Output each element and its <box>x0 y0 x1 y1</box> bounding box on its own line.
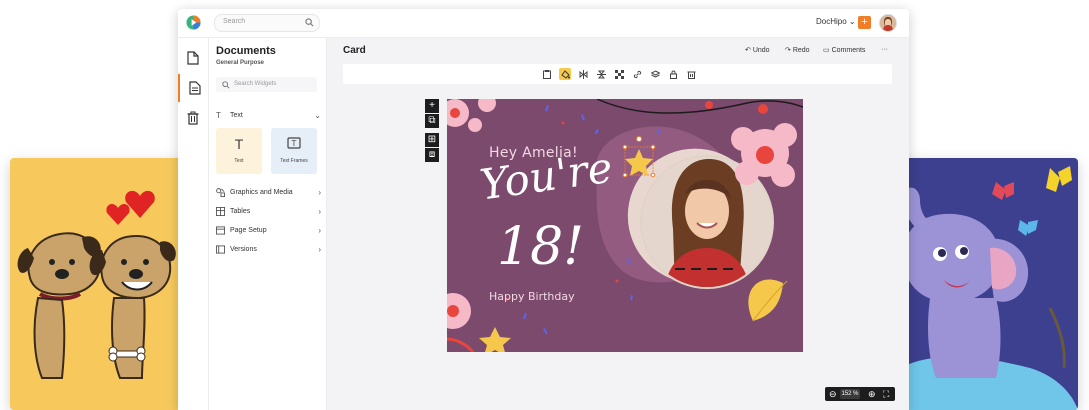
redo-icon: ↷ <box>785 47 791 54</box>
dochipo-logo-icon[interactable] <box>186 15 201 30</box>
fill-color-icon[interactable] <box>559 68 571 80</box>
section-tables[interactable]: Tables › <box>216 207 321 219</box>
transparency-icon[interactable] <box>613 68 625 80</box>
widget-tile-label: Text <box>234 158 244 164</box>
widgets-panel: Documents General Purpose Search Widgets… <box>209 38 327 410</box>
svg-text:T: T <box>292 139 297 148</box>
more-options-button[interactable]: ··· <box>881 46 888 53</box>
text-frame-icon: T <box>271 136 317 152</box>
zoom-in-icon[interactable]: ⊕ <box>868 388 876 400</box>
undo-button[interactable]: ↶ Undo <box>745 46 770 54</box>
card-footer[interactable]: Happy Birthday <box>489 290 575 303</box>
layers-icon[interactable] <box>649 68 661 80</box>
link-icon[interactable] <box>631 68 643 80</box>
section-text[interactable]: T Text ⌄ <box>216 111 321 123</box>
section-label: Tables <box>230 208 251 215</box>
add-page-icon[interactable]: + <box>425 99 439 113</box>
card-age[interactable]: 18! <box>497 217 584 277</box>
widget-tile-text-frames[interactable]: T Text Frames <box>271 128 317 174</box>
dogs-illustration <box>17 190 176 379</box>
canvas-side-tools: + ⧉ ⊞ ⧈ <box>425 99 439 163</box>
search-icon <box>222 81 230 89</box>
chevron-right-icon: › <box>318 207 321 216</box>
rail-item-trash[interactable] <box>178 104 208 132</box>
comments-label: Comments <box>831 47 866 54</box>
elephant-illustration <box>900 166 1078 410</box>
delete-icon[interactable] <box>685 68 697 80</box>
widget-tile-text[interactable]: T Text <box>216 128 262 174</box>
section-label: Versions <box>230 246 257 253</box>
flip-horizontal-icon[interactable] <box>577 68 589 80</box>
shapes-icon <box>216 188 226 198</box>
text-icon: T <box>234 136 244 152</box>
flower-decoration <box>447 293 471 329</box>
left-rail <box>178 38 209 410</box>
top-bar: Search DocHipo ⌄ + <box>178 9 909 38</box>
fullscreen-icon[interactable]: ⛶ <box>883 388 889 400</box>
search-input[interactable]: Search <box>214 14 320 32</box>
search-icon[interactable] <box>305 18 314 27</box>
widget-tile-label: Text Frames <box>280 158 308 164</box>
rail-item-file[interactable] <box>178 44 208 72</box>
user-avatar[interactable] <box>879 14 897 32</box>
user-avatar-image <box>880 15 896 31</box>
redo-button[interactable]: ↷ Redo <box>785 46 810 54</box>
document-icon <box>189 81 201 95</box>
duplicate-page-icon[interactable]: ⧉ <box>425 114 439 128</box>
chevron-right-icon: › <box>318 188 321 197</box>
widget-search-placeholder: Search Widgets <box>234 81 277 87</box>
undo-label: Undo <box>752 47 770 54</box>
document-title: Card <box>343 45 366 56</box>
text-icon: T <box>216 111 221 120</box>
section-text-label: Text <box>230 112 243 119</box>
chevron-right-icon: › <box>318 226 321 235</box>
rail-item-documents[interactable] <box>178 74 210 102</box>
comments-button[interactable]: ▭ Comments <box>823 46 865 54</box>
undo-icon: ↶ <box>745 47 751 54</box>
panel-title: Documents <box>216 45 276 57</box>
element-toolbar <box>343 64 892 84</box>
workspace-menu[interactable]: DocHipo ⌄ <box>816 17 856 26</box>
flower-decoration <box>731 123 797 187</box>
page-setup-icon <box>216 226 226 236</box>
flower-decoration <box>447 99 496 132</box>
flip-vertical-icon[interactable] <box>595 68 607 80</box>
zoom-level[interactable]: 152 % <box>840 389 860 399</box>
elephant-illustration-card <box>900 158 1078 410</box>
chevron-right-icon: › <box>318 245 321 254</box>
dogs-illustration-card <box>10 158 182 410</box>
app-window: Search DocHipo ⌄ + Documents General Pur… <box>178 9 909 410</box>
resize-icon[interactable]: ⧈ <box>425 148 439 162</box>
panel-subtitle: General Purpose <box>216 60 265 66</box>
grid-icon[interactable]: ⊞ <box>425 133 439 147</box>
workspace-menu-label: DocHipo <box>816 17 847 26</box>
versions-icon <box>216 245 226 255</box>
table-icon <box>216 207 226 217</box>
zoom-control: ⊖ 152 % ⊕ ⛶ <box>825 387 895 401</box>
section-graphics-and-media[interactable]: Graphics and Media › <box>216 188 321 200</box>
zoom-out-icon[interactable]: ⊖ <box>829 388 837 400</box>
widget-search-input[interactable]: Search Widgets <box>216 77 317 92</box>
create-new-button[interactable]: + <box>858 16 871 29</box>
chevron-down-icon: ⌄ <box>848 17 856 26</box>
chevron-down-icon: ⌄ <box>314 111 321 120</box>
redo-label: Redo <box>792 47 810 54</box>
birthday-card-canvas[interactable]: Hey Amelia! You're 18! Happy Birthday <box>447 99 803 352</box>
section-label: Graphics and Media <box>230 189 293 196</box>
trash-icon <box>187 111 199 125</box>
editor-workspace: Card ↶ Undo ↷ Redo ▭ Comments ··· + ⧉ ⊞ … <box>327 38 909 410</box>
section-label: Page Setup <box>230 227 267 234</box>
comment-icon: ▭ <box>823 47 830 54</box>
lock-icon[interactable] <box>667 68 679 80</box>
file-icon <box>187 51 199 65</box>
clipboard-icon[interactable] <box>541 68 553 80</box>
search-placeholder: Search <box>223 18 246 25</box>
section-page-setup[interactable]: Page Setup › <box>216 226 321 238</box>
section-versions[interactable]: Versions › <box>216 245 321 257</box>
